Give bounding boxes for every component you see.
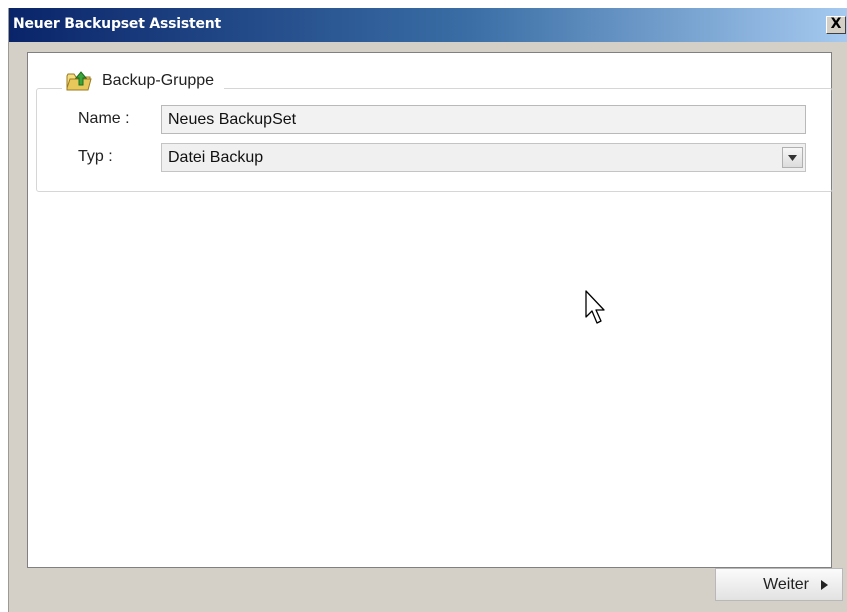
title-bar[interactable]: Neuer Backupset Assistent X bbox=[9, 8, 847, 42]
next-button-label: Weiter bbox=[763, 575, 809, 593]
window-title: Neuer Backupset Assistent bbox=[13, 16, 222, 32]
backup-group-title: Backup-Gruppe bbox=[102, 72, 215, 89]
type-dropdown-button[interactable] bbox=[782, 147, 803, 168]
next-button[interactable]: Weiter bbox=[715, 568, 843, 601]
chevron-down-icon bbox=[788, 155, 797, 161]
name-label: Name : bbox=[78, 110, 130, 127]
folder-upload-icon bbox=[66, 70, 94, 92]
mouse-pointer-icon bbox=[585, 290, 605, 324]
backup-group-legend: Backup-Gruppe bbox=[62, 69, 225, 93]
type-selected-value: Datei Backup bbox=[168, 149, 264, 166]
type-label: Typ : bbox=[78, 148, 113, 165]
chevron-right-icon bbox=[821, 579, 828, 590]
name-input[interactable] bbox=[161, 105, 806, 134]
backupset-wizard-window: Neuer Backupset Assistent X Backup-Grupp… bbox=[8, 8, 847, 612]
wizard-content-panel: Backup-Gruppe Name : Typ : Datei Backup bbox=[27, 52, 833, 568]
close-icon: X bbox=[830, 16, 842, 32]
type-select[interactable]: Datei Backup bbox=[161, 143, 806, 172]
close-button[interactable]: X bbox=[826, 16, 846, 34]
backup-group-box bbox=[36, 88, 833, 192]
